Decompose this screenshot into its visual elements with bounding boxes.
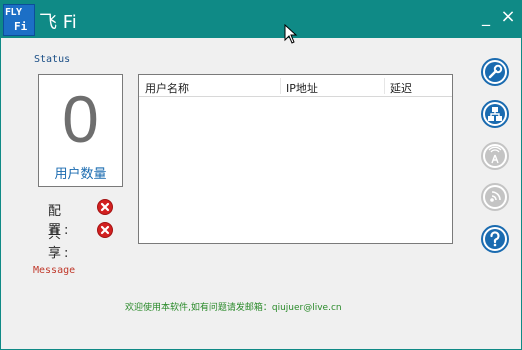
network-icon — [481, 100, 509, 128]
status-section-label: Status — [34, 54, 71, 65]
wifi-tower-icon — [481, 142, 509, 170]
share-error-x-icon — [97, 222, 113, 238]
logo-text: FLY — [5, 7, 22, 18]
footer-contact-message: 欢迎使用本软件,如有问题请发邮箱：qiujuer@live.cn — [125, 303, 342, 313]
user-count-caption: 用户数量 — [54, 167, 107, 182]
column-header-delay[interactable]: 延迟 — [390, 80, 412, 96]
user-count-value: 0 — [62, 82, 99, 156]
table-header: 用户名称 IP地址 延迟 — [139, 75, 452, 97]
app-logo-icon: FLY Fi — [3, 4, 35, 36]
network-button[interactable] — [481, 100, 509, 128]
share-label: 共享: — [48, 227, 72, 261]
column-header-ip[interactable]: IP地址 — [286, 80, 318, 96]
column-separator — [384, 78, 385, 94]
help-icon — [481, 225, 509, 253]
connected-users-table[interactable]: 用户名称 IP地址 延迟 — [138, 74, 453, 244]
config-error-x-icon — [97, 199, 113, 215]
logo-subtext: Fi — [14, 20, 28, 33]
hotspot-button[interactable] — [481, 142, 509, 170]
mouse-cursor-icon — [284, 24, 298, 44]
signal-button[interactable] — [481, 183, 509, 211]
message-section-label: Message — [33, 265, 76, 276]
close-button[interactable]: × — [499, 7, 517, 27]
help-button[interactable] — [481, 225, 509, 253]
app-window: FLY Fi 飞 Fi _ × Status 0 用户数量 配置: 共享: 用户… — [0, 0, 522, 350]
title-bar[interactable]: FLY Fi 飞 Fi _ × — [1, 1, 521, 38]
minimize-button[interactable]: _ — [477, 7, 495, 27]
column-header-username[interactable]: 用户名称 — [145, 80, 189, 96]
wrench-icon — [481, 58, 509, 86]
signal-icon — [481, 183, 509, 211]
user-count-panel: 0 用户数量 — [38, 74, 123, 187]
column-separator — [280, 78, 281, 94]
settings-button[interactable] — [481, 58, 509, 86]
app-title: 飞 Fi — [39, 12, 77, 33]
